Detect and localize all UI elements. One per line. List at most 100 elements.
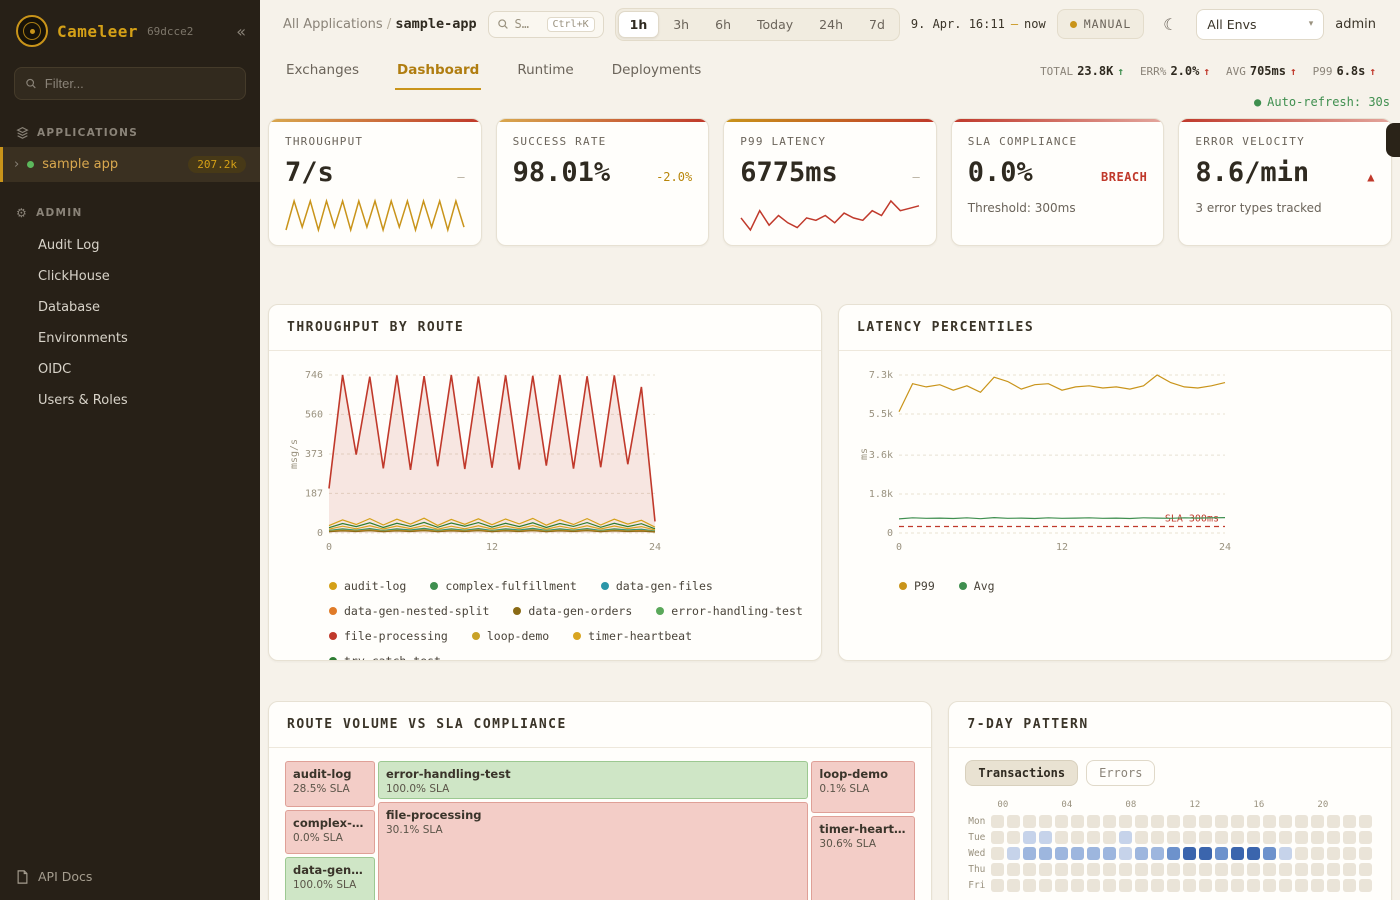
heatmap-cell[interactable] — [991, 847, 1004, 860]
heatmap-cell[interactable] — [1039, 879, 1052, 892]
heatmap-cell[interactable] — [1215, 831, 1228, 844]
heatmap-cell[interactable] — [1167, 879, 1180, 892]
heatmap-cell[interactable] — [1087, 815, 1100, 828]
legend-item-loop-demo[interactable]: loop-demo — [472, 629, 549, 643]
heatmap-cell[interactable] — [1343, 879, 1356, 892]
sidebar-item-clickhouse[interactable]: ClickHouse — [0, 261, 260, 292]
heatmap-cell[interactable] — [1327, 847, 1340, 860]
heatmap-cell[interactable] — [1023, 879, 1036, 892]
heatmap-cell[interactable] — [1279, 847, 1292, 860]
treemap-cell-data-gen-files[interactable]: data-gen-files100.0% SLA — [285, 857, 375, 900]
sidebar-item-sample-app[interactable]: › sample app 207.2k — [0, 147, 260, 182]
legend-item-data-gen-files[interactable]: data-gen-files — [601, 579, 713, 593]
heatmap-cell[interactable] — [1231, 863, 1244, 876]
heatmap-cell[interactable] — [1103, 831, 1116, 844]
heatmap-cell[interactable] — [1023, 831, 1036, 844]
heatmap-cell[interactable] — [1295, 879, 1308, 892]
heatmap-cell[interactable] — [1103, 847, 1116, 860]
heatmap-cell[interactable] — [1087, 831, 1100, 844]
heatmap-cell[interactable] — [1327, 879, 1340, 892]
search-input[interactable] — [515, 17, 541, 31]
heatmap-cell[interactable] — [1183, 847, 1196, 860]
sidebar-filter[interactable] — [14, 67, 246, 100]
heatmap-cell[interactable] — [1231, 831, 1244, 844]
time-range-24h[interactable]: 24h — [807, 11, 855, 38]
heatmap-cell[interactable] — [1279, 863, 1292, 876]
legend-item-avg[interactable]: Avg — [959, 579, 995, 593]
user-menu[interactable]: admin — [1335, 17, 1376, 32]
legend-item-p99[interactable]: P99 — [899, 579, 935, 593]
heatmap-cell[interactable] — [1215, 847, 1228, 860]
heatmap-cell[interactable] — [1007, 831, 1020, 844]
heatmap-cell[interactable] — [1279, 879, 1292, 892]
tab-dashboard[interactable]: Dashboard — [395, 54, 481, 90]
manual-refresh-button[interactable]: MANUAL — [1057, 9, 1145, 39]
heatmap-cell[interactable] — [1295, 863, 1308, 876]
heatmap-cell[interactable] — [1151, 863, 1164, 876]
treemap-cell-file-processing[interactable]: file-processing30.1% SLA — [378, 802, 808, 900]
heatmap-cell[interactable] — [1071, 879, 1084, 892]
treemap-cell-error-handling-test[interactable]: error-handling-test100.0% SLA — [378, 761, 808, 799]
heatmap-cell[interactable] — [1103, 879, 1116, 892]
heatmap-cell[interactable] — [1151, 815, 1164, 828]
heatmap-cell[interactable] — [1311, 863, 1324, 876]
heatmap-cell[interactable] — [1087, 879, 1100, 892]
heatmap-cell[interactable] — [1183, 863, 1196, 876]
heatmap-cell[interactable] — [1119, 831, 1132, 844]
heatmap-cell[interactable] — [1087, 863, 1100, 876]
heatmap-cell[interactable] — [1247, 831, 1260, 844]
heatmap-cell[interactable] — [1263, 815, 1276, 828]
sidebar-item-api-docs[interactable]: API Docs — [0, 853, 260, 900]
time-range-3h[interactable]: 3h — [661, 11, 701, 38]
treemap-cell-loop-demo[interactable]: loop-demo0.1% SLA — [811, 761, 915, 813]
heatmap-cell[interactable] — [1103, 815, 1116, 828]
heatmap-cell[interactable] — [991, 863, 1004, 876]
heatmap-cell[interactable] — [1215, 879, 1228, 892]
heatmap-cell[interactable] — [1359, 831, 1372, 844]
edge-tab[interactable] — [1386, 123, 1400, 157]
heatmap-cell[interactable] — [1311, 831, 1324, 844]
heatmap-cell[interactable] — [1199, 863, 1212, 876]
heatmap-cell[interactable] — [1279, 815, 1292, 828]
sidebar-item-oidc[interactable]: OIDC — [0, 354, 260, 385]
heatmap-cell[interactable] — [1039, 831, 1052, 844]
toggle-errors[interactable]: Errors — [1086, 760, 1155, 786]
heatmap-cell[interactable] — [1199, 879, 1212, 892]
heatmap-cell[interactable] — [1231, 847, 1244, 860]
chevron-right-icon[interactable]: › — [14, 157, 19, 172]
heatmap-cell[interactable] — [1119, 879, 1132, 892]
heatmap-cell[interactable] — [1199, 847, 1212, 860]
tab-exchanges[interactable]: Exchanges — [284, 54, 361, 90]
heatmap-cell[interactable] — [1311, 847, 1324, 860]
heatmap-cell[interactable] — [1263, 847, 1276, 860]
treemap-cell-timer-heartbeat[interactable]: timer-heartbeat30.6% SLA — [811, 816, 915, 900]
heatmap-cell[interactable] — [1215, 863, 1228, 876]
heatmap-cell[interactable] — [1263, 831, 1276, 844]
heatmap-cell[interactable] — [1135, 815, 1148, 828]
heatmap-cell[interactable] — [1311, 815, 1324, 828]
heatmap-cell[interactable] — [1359, 847, 1372, 860]
sidebar-item-users-roles[interactable]: Users & Roles — [0, 385, 260, 416]
heatmap-cell[interactable] — [1151, 847, 1164, 860]
time-range-today[interactable]: Today — [745, 11, 805, 38]
heatmap-cell[interactable] — [1055, 831, 1068, 844]
heatmap-cell[interactable] — [1359, 815, 1372, 828]
heatmap-cell[interactable] — [1183, 879, 1196, 892]
legend-item-error-handling-test[interactable]: error-handling-test — [656, 604, 803, 618]
heatmap-cell[interactable] — [1007, 847, 1020, 860]
heatmap-cell[interactable] — [1167, 863, 1180, 876]
treemap-cell-complex-fulfillment[interactable]: complex-fulfil…0.0% SLA — [285, 810, 375, 854]
legend-item-audit-log[interactable]: audit-log — [329, 579, 406, 593]
heatmap-cell[interactable] — [1039, 863, 1052, 876]
heatmap-cell[interactable] — [1119, 863, 1132, 876]
heatmap-cell[interactable] — [1343, 847, 1356, 860]
heatmap-cell[interactable] — [1295, 847, 1308, 860]
heatmap-cell[interactable] — [1247, 847, 1260, 860]
heatmap-cell[interactable] — [1343, 863, 1356, 876]
heatmap-cell[interactable] — [1247, 863, 1260, 876]
time-range-6h[interactable]: 6h — [703, 11, 743, 38]
sidebar-item-environments[interactable]: Environments — [0, 323, 260, 354]
heatmap-cell[interactable] — [1199, 831, 1212, 844]
heatmap-cell[interactable] — [1039, 847, 1052, 860]
heatmap-cell[interactable] — [1359, 863, 1372, 876]
